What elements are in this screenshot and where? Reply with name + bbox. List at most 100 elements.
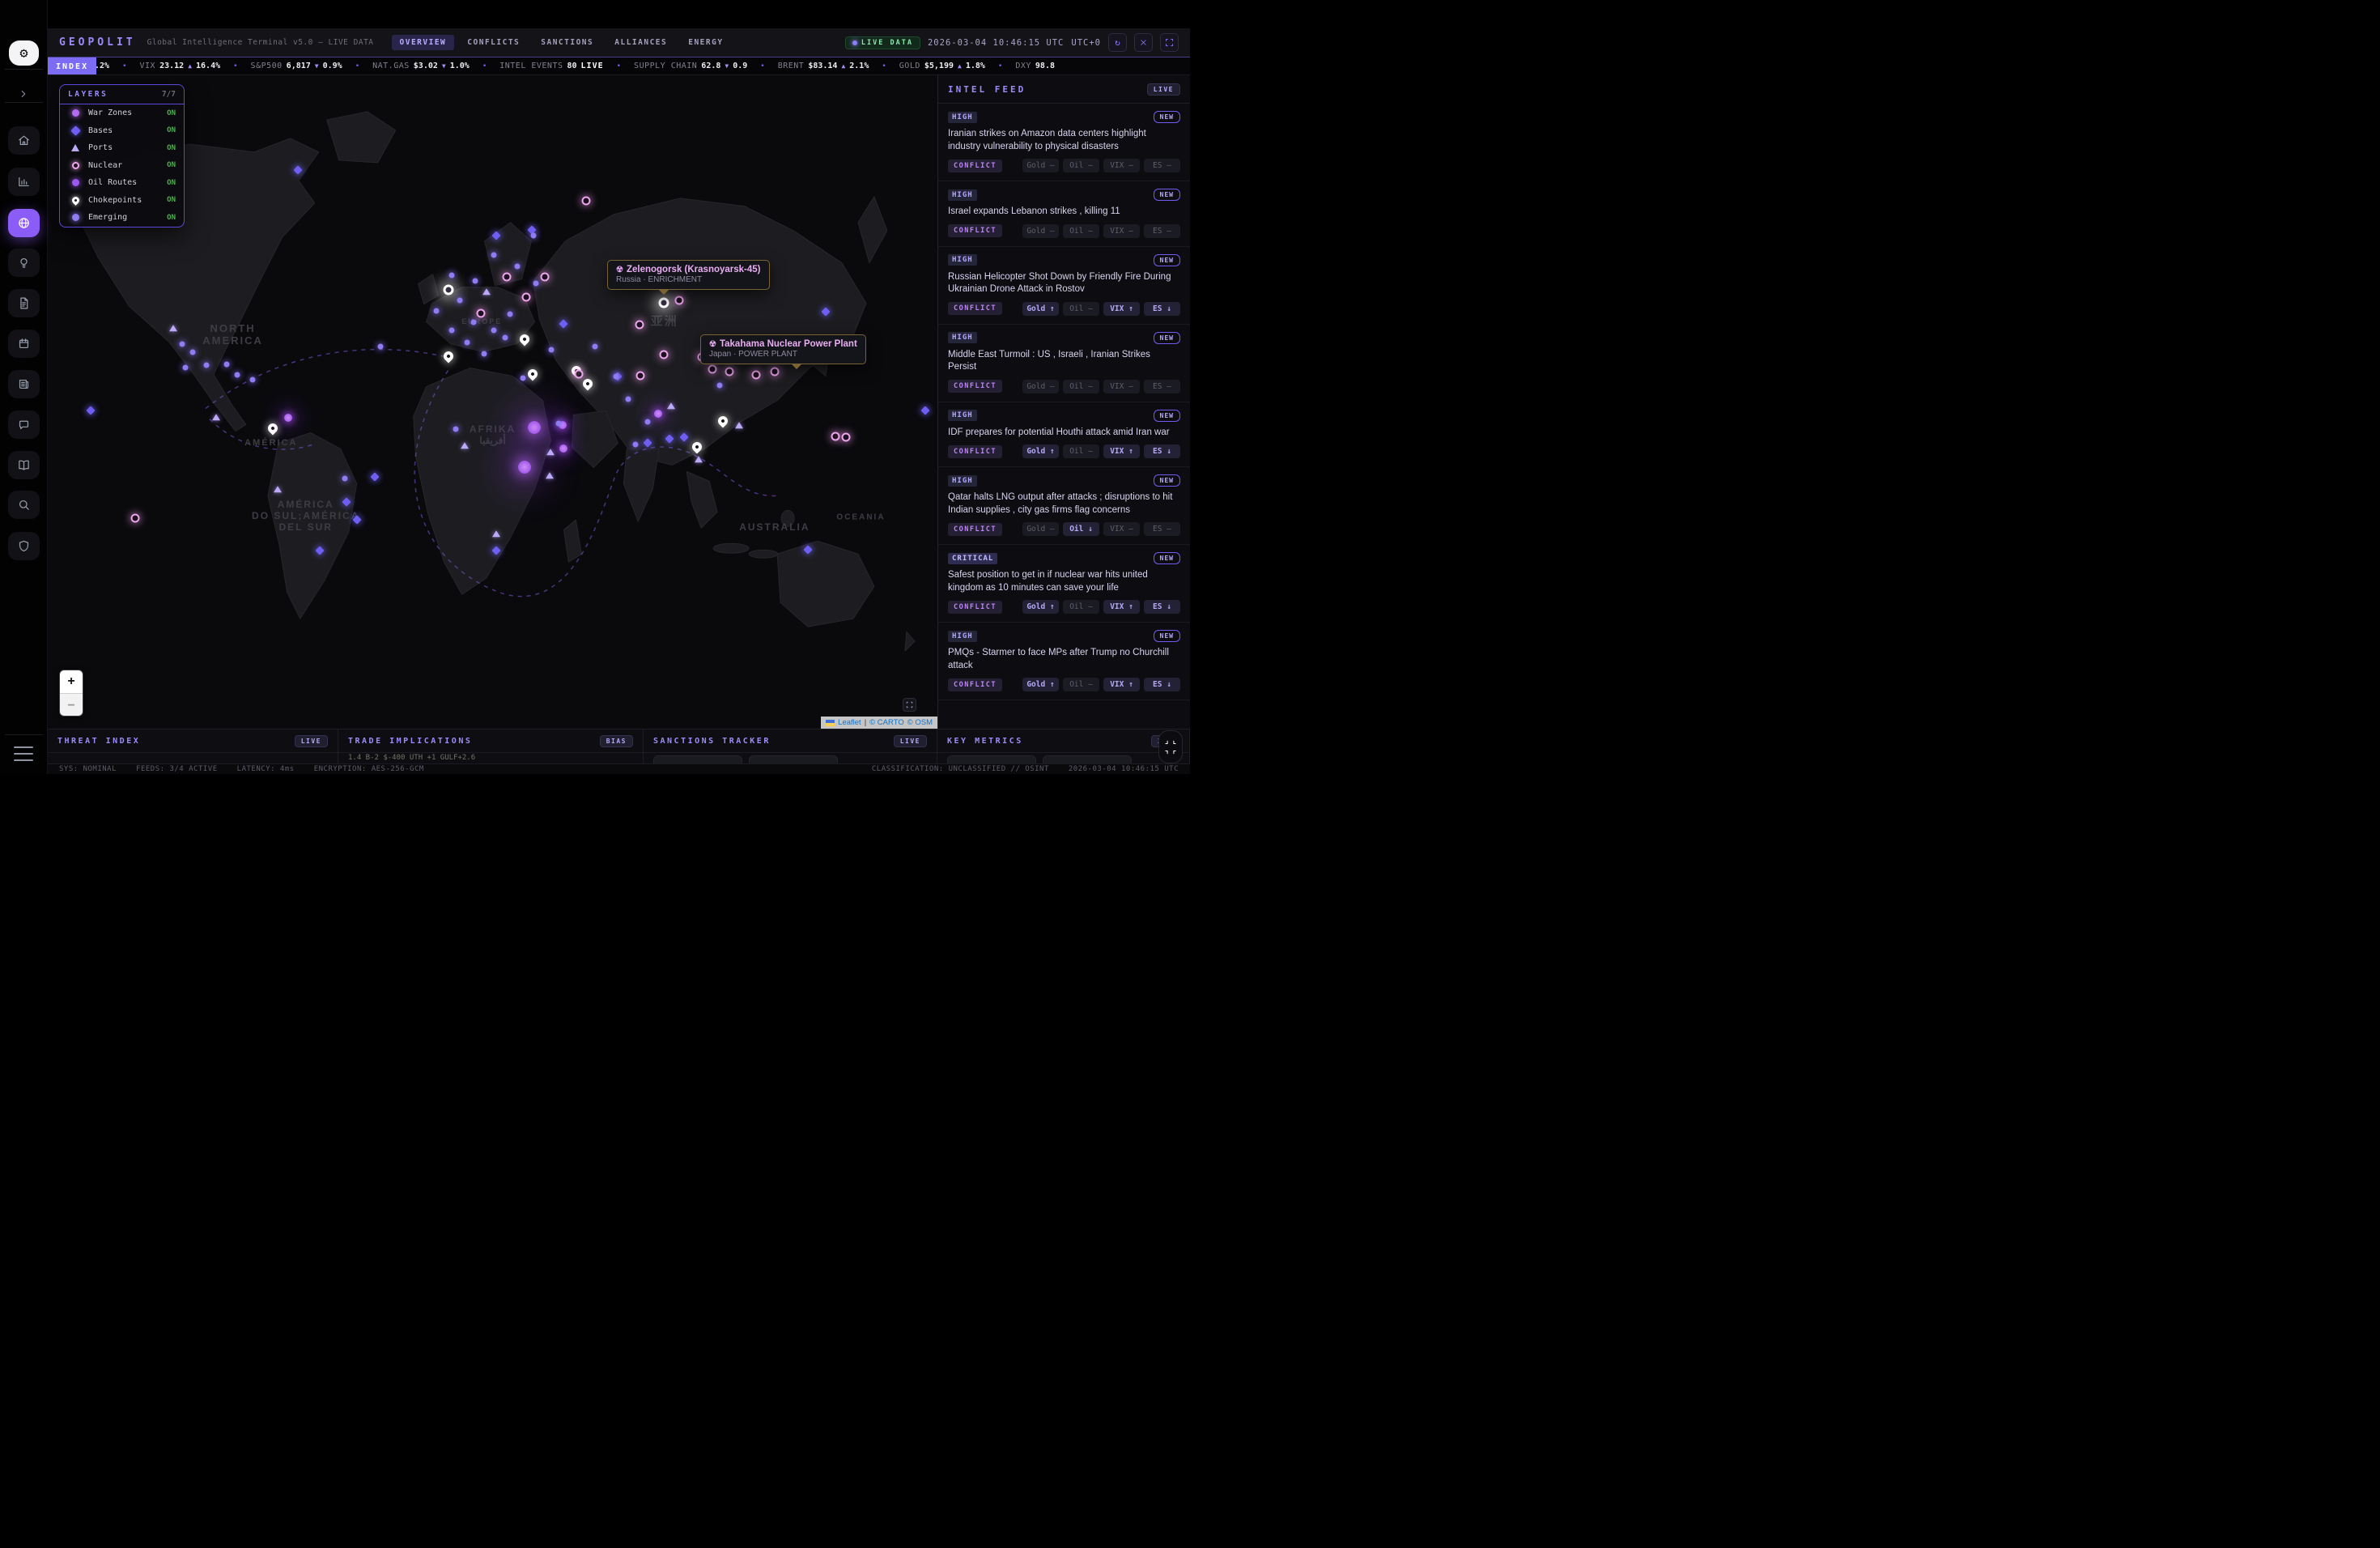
sidebar-item-insights[interactable]	[8, 249, 40, 277]
feed-item[interactable]: HIGHNEWPMQs - Starmer to face MPs after …	[938, 623, 1190, 700]
nuclear-marker[interactable]	[841, 433, 850, 442]
collapse-panels-button[interactable]	[1158, 730, 1183, 763]
base-marker[interactable]	[371, 473, 380, 482]
tab-energy[interactable]: ENERGY	[680, 35, 731, 50]
war-zone-marker[interactable]	[559, 444, 567, 453]
nuclear-marker[interactable]	[675, 296, 684, 305]
tab-sanctions[interactable]: SANCTIONS	[533, 35, 601, 50]
base-marker[interactable]	[821, 307, 830, 316]
port-marker[interactable]	[546, 449, 555, 455]
emerging-marker[interactable]	[179, 341, 185, 347]
emerging-marker[interactable]	[508, 311, 513, 317]
emerging-marker[interactable]	[625, 397, 631, 402]
world-map[interactable]: NORTH AMERICAAMÉRICAAMÉRICA DO SUL;AMÉRI…	[48, 75, 937, 729]
layer-toggle-base[interactable]: BasesON	[60, 122, 184, 140]
nuclear-marker[interactable]	[130, 514, 139, 523]
feed-item[interactable]: CRITICALNEWSafest position to get in if …	[938, 545, 1190, 623]
base-marker[interactable]	[559, 319, 568, 328]
chokepoint-marker[interactable]	[266, 422, 280, 436]
war-zone-marker[interactable]	[654, 410, 662, 418]
feed-item[interactable]: HIGHNEWIsrael expands Lebanon strikes , …	[938, 181, 1190, 247]
emerging-marker[interactable]	[457, 298, 462, 304]
feed-item[interactable]: HIGHNEWIranian strikes on Amazon data ce…	[938, 104, 1190, 181]
emerging-marker[interactable]	[223, 361, 229, 367]
close-button[interactable]	[1134, 33, 1153, 52]
port-marker[interactable]	[482, 288, 491, 295]
sidebar-item-security[interactable]	[8, 532, 40, 560]
emerging-marker[interactable]	[502, 335, 508, 341]
feed-item[interactable]: HIGHNEWRussian Helicopter Shot Down by F…	[938, 247, 1190, 325]
emerging-marker[interactable]	[716, 383, 722, 389]
nuclear-marker[interactable]	[575, 369, 584, 378]
base-marker[interactable]	[293, 165, 302, 174]
emerging-marker[interactable]	[491, 327, 496, 333]
nuclear-marker-highlighted[interactable]	[443, 284, 453, 295]
base-marker[interactable]	[316, 546, 325, 555]
expand-sidebar-button[interactable]	[14, 84, 33, 104]
tab-conflicts[interactable]: CONFLICTS	[459, 35, 528, 50]
nuclear-marker[interactable]	[503, 272, 512, 281]
base-marker[interactable]	[679, 432, 688, 441]
emerging-marker[interactable]	[491, 252, 496, 257]
emerging-marker[interactable]	[203, 362, 209, 368]
nuclear-marker[interactable]	[635, 321, 644, 330]
chokepoint-marker[interactable]	[525, 368, 539, 381]
carto-link[interactable]: © CARTO	[869, 718, 904, 727]
zoom-in-button[interactable]: +	[60, 670, 83, 694]
feed-item[interactable]: HIGHNEWIDF prepares for potential Houthi…	[938, 402, 1190, 468]
base-marker[interactable]	[643, 438, 652, 447]
port-marker[interactable]	[695, 456, 703, 462]
base-marker[interactable]	[920, 406, 929, 415]
port-marker[interactable]	[735, 422, 743, 428]
port-marker[interactable]	[546, 473, 554, 479]
nuclear-marker[interactable]	[635, 372, 644, 381]
settings-button[interactable]: ⚙	[9, 40, 39, 66]
nuclear-marker[interactable]	[659, 351, 668, 359]
emerging-marker[interactable]	[555, 421, 561, 427]
sidebar-item-analytics[interactable]	[8, 168, 40, 196]
ticker-index-chip[interactable]: INDEX	[48, 57, 96, 75]
emerging-marker[interactable]	[531, 232, 537, 238]
osm-link[interactable]: © OSM	[907, 718, 933, 727]
port-marker[interactable]	[274, 487, 282, 493]
nuclear-marker[interactable]	[581, 196, 590, 205]
chokepoint-marker[interactable]	[691, 440, 704, 453]
feed-item[interactable]: HIGHNEWMiddle East Turmoil : US , Israel…	[938, 325, 1190, 402]
emerging-marker[interactable]	[515, 264, 521, 270]
war-zone-marker-large[interactable]	[518, 461, 531, 474]
map-fullscreen-button[interactable]	[903, 698, 916, 712]
layer-toggle-emerging[interactable]: EmergingON	[60, 209, 184, 227]
layer-toggle-chokepoint[interactable]: ChokepointsON	[60, 192, 184, 210]
chokepoint-marker[interactable]	[518, 332, 532, 346]
base-marker[interactable]	[491, 231, 500, 240]
emerging-marker[interactable]	[592, 343, 597, 349]
emerging-marker[interactable]	[633, 441, 639, 447]
port-marker[interactable]	[212, 414, 220, 420]
base-marker[interactable]	[86, 406, 95, 415]
tab-overview[interactable]: OVERVIEW	[392, 35, 455, 50]
emerging-marker[interactable]	[378, 343, 384, 349]
emerging-marker[interactable]	[342, 475, 348, 481]
chokepoint-marker[interactable]	[441, 350, 455, 364]
port-marker[interactable]	[492, 531, 500, 538]
refresh-button[interactable]: ↻	[1108, 33, 1127, 52]
sidebar-item-library[interactable]	[8, 451, 40, 479]
sidebar-item-news[interactable]	[8, 370, 40, 398]
base-marker[interactable]	[353, 515, 362, 524]
emerging-marker[interactable]	[472, 279, 478, 284]
emerging-marker[interactable]	[183, 364, 189, 370]
fullscreen-button[interactable]	[1160, 33, 1179, 52]
nuclear-marker[interactable]	[751, 370, 760, 379]
emerging-marker[interactable]	[249, 377, 255, 383]
war-zone-marker-large[interactable]	[528, 421, 541, 434]
emerging-marker[interactable]	[434, 308, 440, 313]
port-marker[interactable]	[461, 443, 469, 449]
port-marker[interactable]	[667, 402, 675, 409]
layer-toggle-oil[interactable]: Oil RoutesON	[60, 174, 184, 192]
emerging-marker[interactable]	[448, 272, 454, 278]
sidebar-item-search[interactable]	[8, 491, 40, 519]
chokepoint-marker[interactable]	[716, 414, 730, 427]
base-marker[interactable]	[665, 435, 674, 444]
nuclear-marker[interactable]	[708, 365, 716, 374]
nuclear-marker[interactable]	[831, 432, 839, 441]
